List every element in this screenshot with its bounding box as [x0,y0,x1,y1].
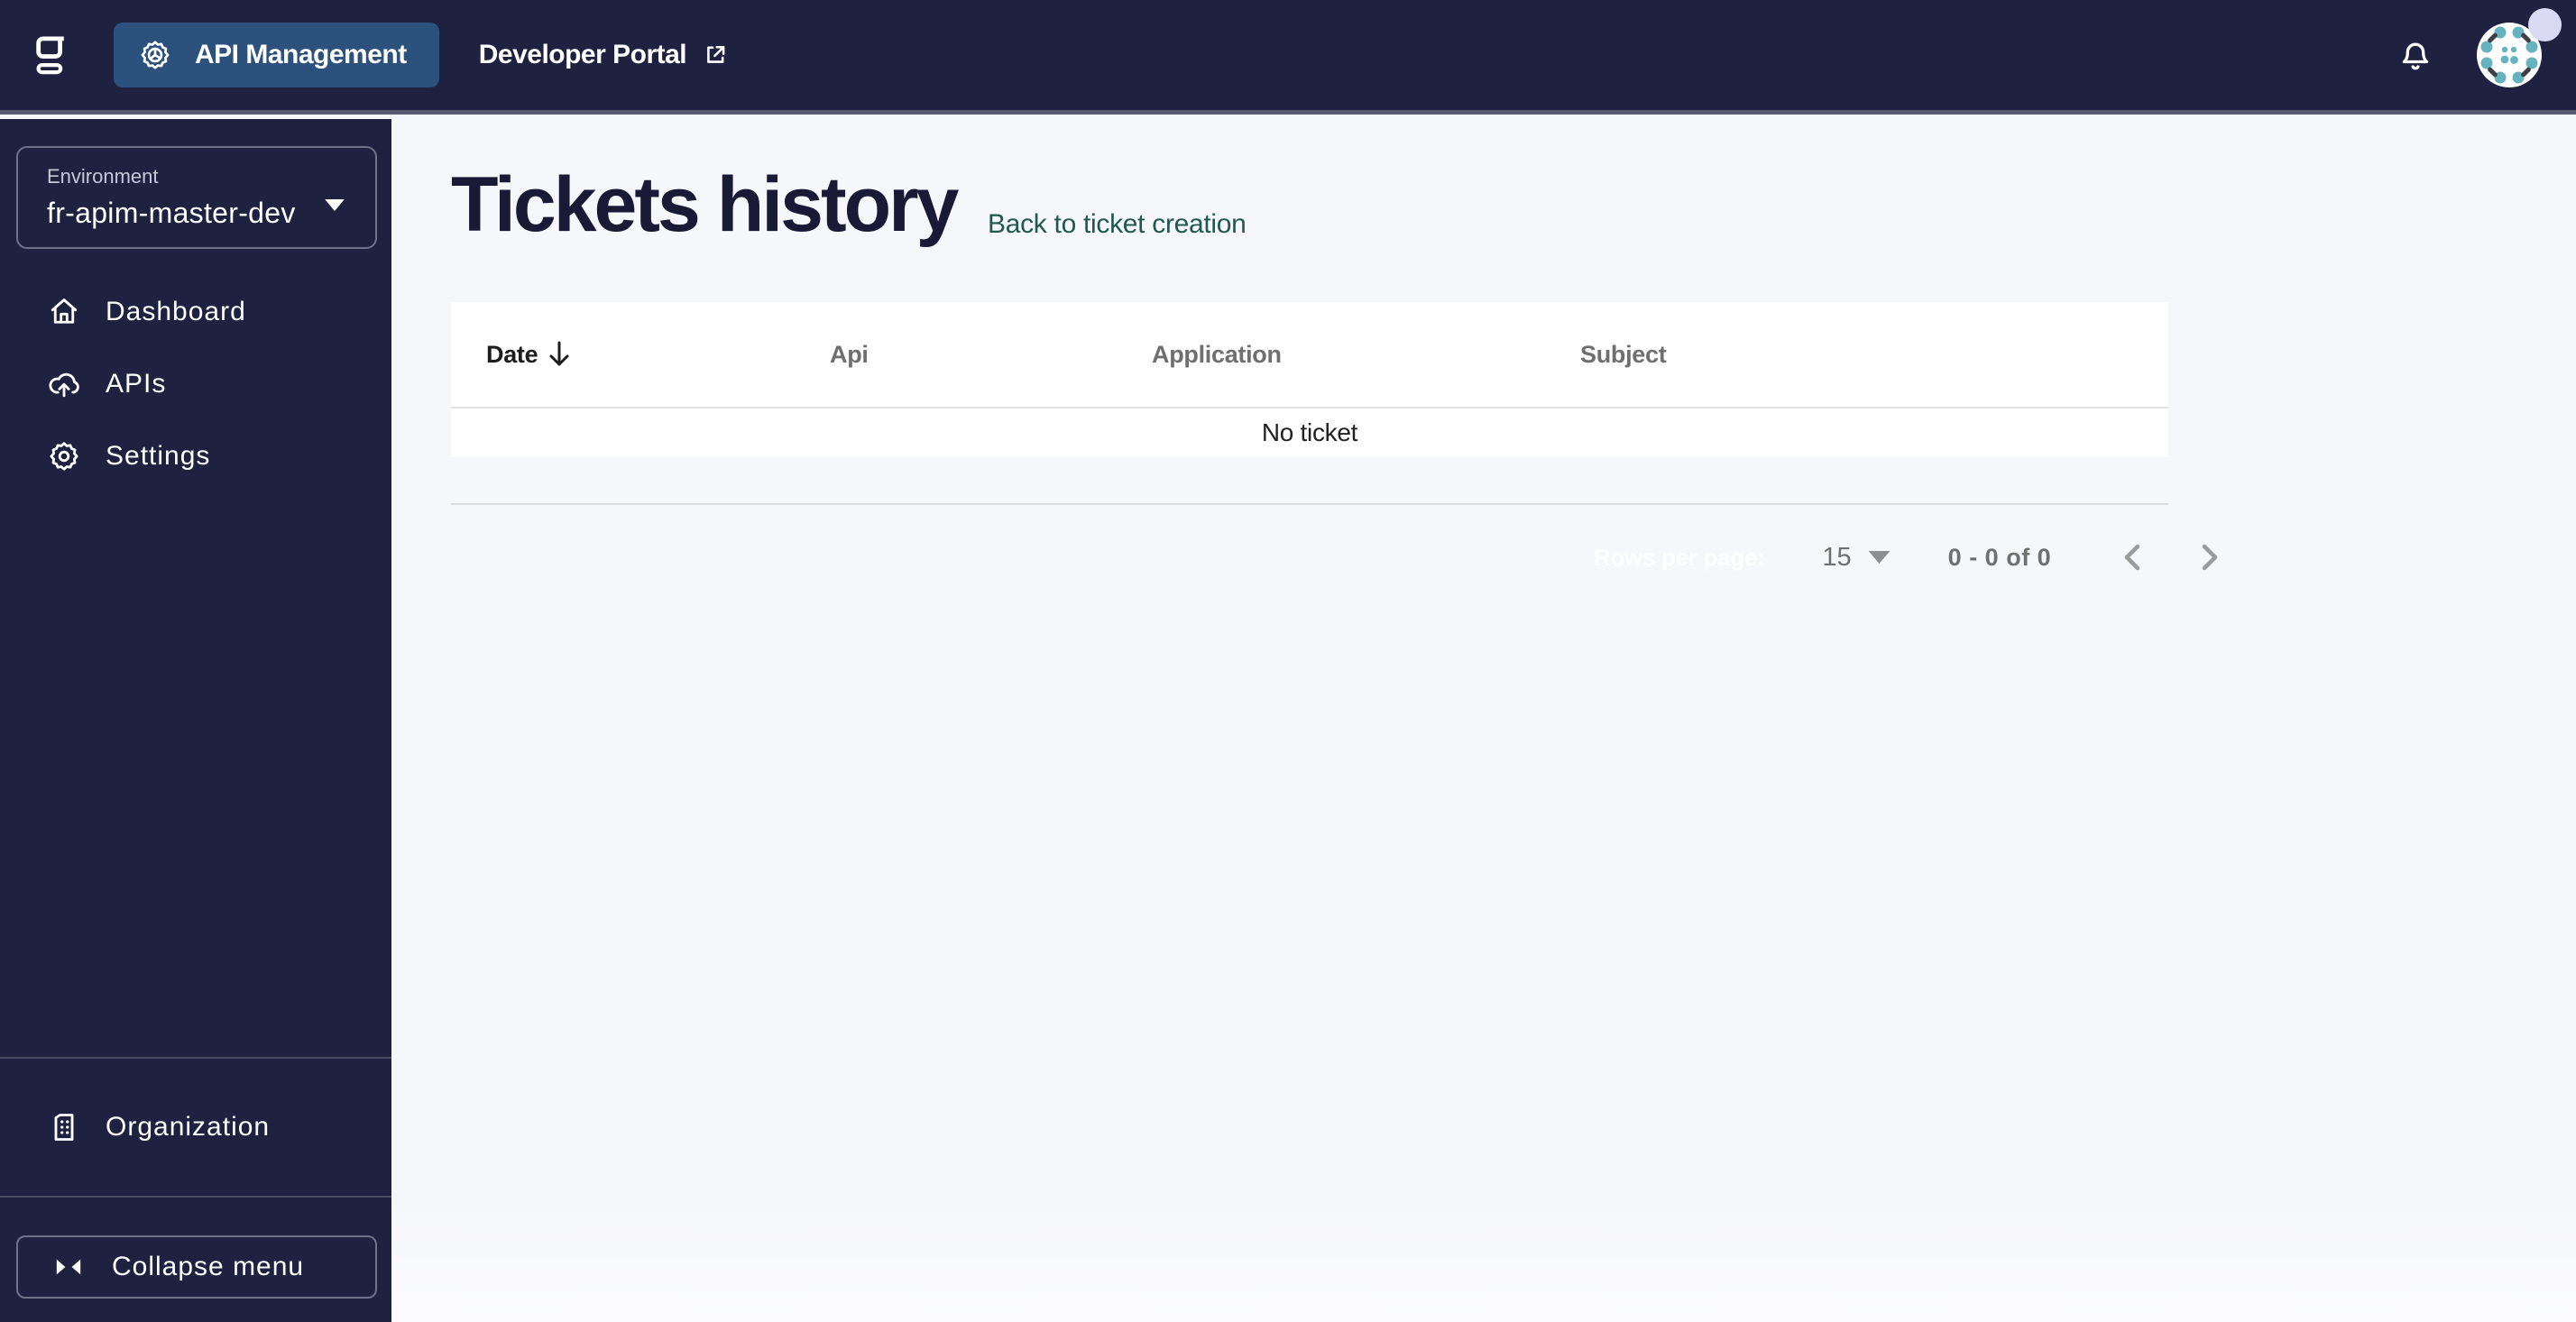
cloud-upload-icon [48,368,80,400]
developer-portal-link[interactable]: Developer Portal [479,40,728,70]
app-root: API Management Developer Portal Environm… [0,0,2576,1322]
sidebar-item-apis[interactable]: APIs [0,348,391,420]
page-title: Tickets history [451,161,959,248]
gravitee-logo-icon[interactable] [36,33,67,77]
topbar-right [2397,8,2562,87]
user-avatar[interactable] [2477,8,2562,87]
avatar-badge [2528,8,2562,41]
collapse-icon [54,1256,83,1278]
empty-state-row: No ticket [451,407,2168,457]
environment-label: Environment [47,165,159,188]
notifications-bell-icon[interactable] [2397,34,2433,76]
environment-selector[interactable]: Environment fr-apim-master-dev [16,146,377,249]
table-header-row: Date Api Application Subject [451,302,2168,407]
pagination: Rows per page: 15 0 - 0 of 0 [1594,532,2226,583]
sidebar-item-label: Settings [106,441,211,471]
sidebar-menu: Dashboard APIs Settings [0,276,391,492]
caret-down-icon [325,199,345,211]
rows-per-page-label: Rows per page: [1594,543,1765,571]
pagination-range: 0 - 0 of 0 [1947,543,2052,571]
sidebar-item-dashboard[interactable]: Dashboard [0,276,391,348]
back-to-ticket-creation-link[interactable]: Back to ticket creation [988,209,1247,240]
external-link-icon [703,42,728,68]
previous-page-button[interactable] [2121,541,2148,574]
page-size-select[interactable]: 15 [1822,542,1891,573]
collapse-menu-wrap: Collapse menu [0,1196,391,1322]
collapse-menu-label: Collapse menu [112,1252,305,1281]
sidebar: Environment fr-apim-master-dev Dashboard [0,119,391,1322]
developer-portal-label: Developer Portal [478,40,687,69]
sidebar-item-label: APIs [106,369,167,399]
gear-icon [139,39,171,71]
main-content: Tickets history Back to ticket creation … [391,119,2576,1322]
column-header-application[interactable]: Application [1117,341,1545,369]
tickets-table: Date Api Application Subject No ticket [451,302,2168,457]
column-header-label: Date [486,340,538,368]
api-management-button[interactable]: API Management [114,23,439,87]
divider [451,503,2168,505]
building-icon [48,1111,80,1143]
next-page-button[interactable] [2199,541,2226,574]
collapse-menu-button[interactable]: Collapse menu [16,1235,377,1299]
column-header-date[interactable]: Date [451,340,795,369]
sidebar-bottom: Organization Collapse menu [0,1057,391,1322]
caret-down-icon [1868,551,1891,564]
home-icon [48,296,80,328]
sidebar-item-settings[interactable]: Settings [0,420,391,492]
topbar: API Management Developer Portal [0,0,2576,115]
api-management-label: API Management [195,40,407,69]
column-header-subject[interactable]: Subject [1545,341,2168,369]
sort-arrow-down-icon [547,340,572,369]
sidebar-item-label: Dashboard [106,297,246,326]
gear-icon [48,440,80,473]
page-size-value: 15 [1822,542,1852,572]
column-header-api[interactable]: Api [795,341,1117,369]
sidebar-item-label: Organization [106,1112,271,1142]
sidebar-item-organization[interactable]: Organization [0,1059,391,1196]
